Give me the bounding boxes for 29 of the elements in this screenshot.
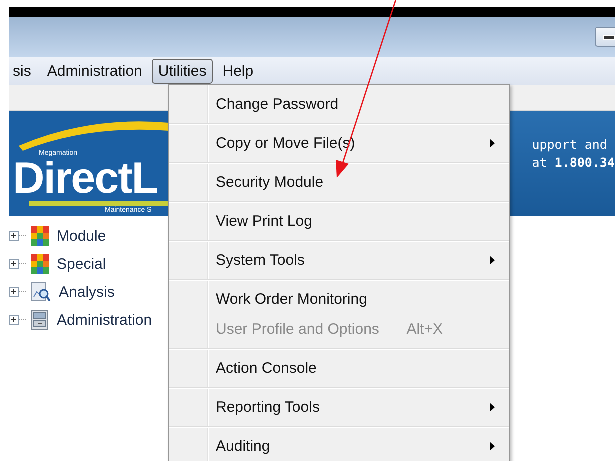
expand-toggle[interactable] bbox=[9, 315, 27, 325]
logo-text: DirectL bbox=[13, 158, 158, 200]
tree-item[interactable]: Analysis bbox=[59, 284, 115, 300]
magnifier-document-icon bbox=[31, 282, 51, 302]
menu-item[interactable]: Security Module bbox=[169, 167, 509, 197]
tree-item[interactable]: Module bbox=[57, 228, 106, 244]
shortcut-label: Alt+X bbox=[406, 320, 443, 338]
menu-item[interactable]: Action Console bbox=[169, 353, 509, 383]
menu-item[interactable]: Auditing bbox=[169, 431, 509, 461]
menu-item[interactable]: View Print Log bbox=[169, 206, 509, 236]
menu-bar-item[interactable]: Help bbox=[216, 58, 260, 84]
support-text: at 1.800.34 bbox=[532, 154, 615, 172]
menu-bar-item[interactable]: sis bbox=[7, 58, 38, 84]
expand-toggle[interactable] bbox=[9, 259, 27, 269]
support-text: upport and bbox=[532, 136, 608, 154]
menu-item[interactable]: Change Password bbox=[169, 89, 509, 119]
colored-grid-icon bbox=[31, 254, 49, 274]
tree-item[interactable]: Special bbox=[57, 256, 106, 272]
menu-item[interactable]: System Tools bbox=[169, 245, 509, 275]
menu-item[interactable]: Reporting Tools bbox=[169, 392, 509, 422]
menu-bar-item[interactable]: Administration bbox=[41, 58, 148, 84]
expand-toggle[interactable] bbox=[9, 231, 27, 241]
colored-grid-icon bbox=[31, 226, 49, 246]
minimize-button[interactable] bbox=[595, 27, 615, 47]
tree-item[interactable]: Administration bbox=[57, 312, 152, 328]
file-cabinet-icon bbox=[31, 310, 49, 330]
menu-item[interactable]: Work Order Monitoring bbox=[169, 284, 509, 314]
expand-toggle[interactable] bbox=[9, 287, 27, 297]
menu-bar-item[interactable]: Utilities bbox=[152, 58, 213, 84]
